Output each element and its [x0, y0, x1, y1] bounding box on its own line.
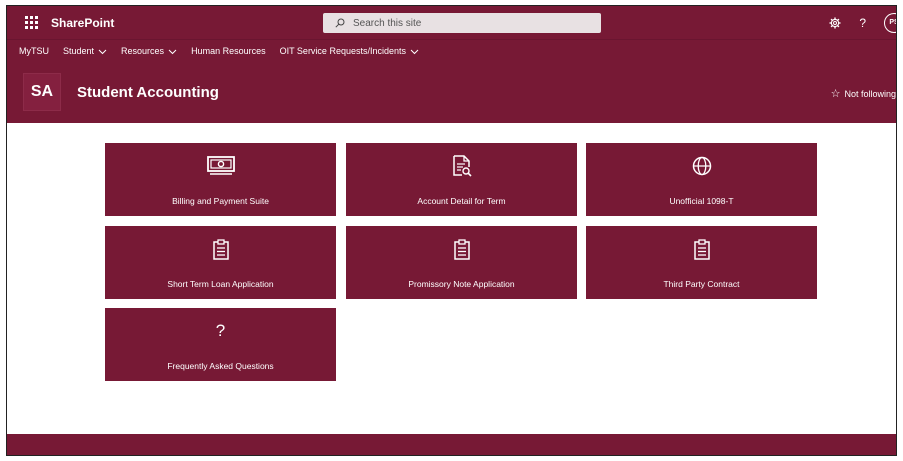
suite-bar-actions: ? PS [829, 6, 896, 39]
nav-item-oit-service-requests[interactable]: OIT Service Requests/Incidents [280, 46, 419, 56]
tile-label: Promissory Note Application [408, 279, 515, 289]
question-icon: ? [215, 321, 226, 340]
tile-label: Unofficial 1098-T [669, 196, 734, 206]
hub-navigation: MyTSU Student Resources Human Resources … [7, 39, 896, 62]
tile-frequently-asked-questions[interactable]: ? Frequently Asked Questions [105, 308, 336, 381]
tile-third-party-contract[interactable]: Third Party Contract [586, 226, 817, 299]
star-icon: ☆ [830, 88, 841, 100]
money-icon [206, 156, 235, 175]
help-icon[interactable]: ? [859, 16, 866, 30]
browser-frame: SharePoint Search this site ? P MyTSU St… [6, 5, 897, 456]
sharepoint-brand[interactable]: SharePoint [51, 16, 114, 30]
tile-label: Third Party Contract [663, 279, 740, 289]
tile-label: Frequently Asked Questions [167, 361, 274, 371]
suite-bar: SharePoint Search this site ? P [7, 6, 896, 39]
clipboard-icon [693, 238, 710, 260]
nav-item-mytsu[interactable]: MyTSU [19, 46, 49, 56]
page-footer [7, 434, 896, 455]
site-search-box[interactable] [323, 13, 601, 33]
tile-promissory-note-application[interactable]: Promissory Note Application [346, 226, 577, 299]
site-logo[interactable]: SA [23, 73, 61, 111]
tile-unofficial-1098t[interactable]: Unofficial 1098-T [586, 143, 817, 216]
nav-item-label: OIT Service Requests/Incidents [279, 46, 406, 56]
nav-item-human-resources[interactable]: Human Resources [191, 46, 266, 56]
nav-item-resources[interactable]: Resources [121, 46, 177, 56]
gear-icon[interactable] [829, 17, 841, 29]
chevron-down-icon [168, 49, 177, 54]
user-avatar[interactable]: PS [884, 12, 896, 33]
tile-billing-and-payment-suite[interactable]: Billing and Payment Suite [105, 143, 336, 216]
nav-item-label: Resources [121, 46, 165, 56]
tile-short-term-loan-application[interactable]: Short Term Loan Application [105, 226, 336, 299]
app-launcher-icon[interactable] [19, 14, 43, 32]
clipboard-icon [212, 238, 229, 260]
tile-label: Short Term Loan Application [167, 279, 274, 289]
site-title[interactable]: Student Accounting [77, 84, 219, 101]
follow-label: Not following [844, 88, 896, 99]
tile-account-detail-for-term[interactable]: Account Detail for Term [346, 143, 577, 216]
clipboard-icon [453, 238, 470, 260]
globe-icon [692, 156, 711, 176]
follow-button[interactable]: ☆ Not following [831, 87, 896, 100]
nav-item-label: MyTSU [19, 46, 49, 56]
chevron-down-icon [98, 49, 107, 54]
avatar-initials: PS [889, 19, 896, 26]
nav-item-student[interactable]: Student [63, 46, 107, 56]
site-logo-text: SA [30, 83, 54, 100]
tile-label: Billing and Payment Suite [172, 196, 269, 206]
nav-item-label: Student [63, 46, 95, 56]
nav-item-label: Human Resources [191, 46, 266, 56]
tile-label: Account Detail for Term [417, 196, 506, 206]
document-search-icon [452, 155, 472, 177]
chevron-down-icon [410, 49, 419, 54]
search-input[interactable] [351, 16, 575, 30]
site-header: SA Student Accounting ☆ Not following [7, 61, 896, 123]
search-icon [335, 18, 345, 28]
